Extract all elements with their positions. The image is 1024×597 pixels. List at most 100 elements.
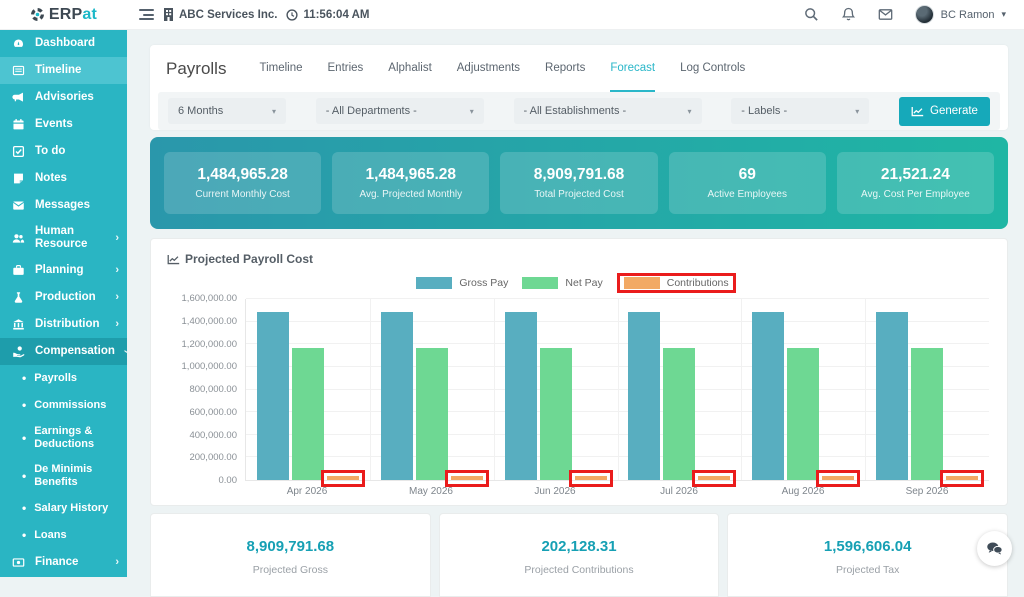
briefcase-icon	[12, 264, 26, 277]
tab-timeline[interactable]: Timeline	[259, 45, 302, 92]
y-tick-label: 600,000.00	[189, 407, 237, 418]
company-selector[interactable]: ABC Services Inc.	[163, 8, 277, 21]
bar-gross-pay[interactable]	[876, 312, 908, 480]
notifications-bell-icon[interactable]	[841, 7, 856, 22]
chat-bubbles-icon	[986, 541, 1003, 556]
sidebar-subitem-salary-history[interactable]: • Salary History	[0, 495, 127, 522]
chevron-right-icon: ›	[115, 264, 119, 277]
hand-money-icon	[12, 345, 26, 358]
sidebar-item-events[interactable]: Events	[0, 111, 127, 138]
sidebar-item-notes[interactable]: Notes	[0, 165, 127, 192]
highlight-box	[445, 470, 489, 487]
current-time: 11:56:04 AM	[303, 9, 369, 21]
chevron-right-icon: ›	[115, 318, 119, 331]
bar-net-pay[interactable]	[292, 348, 324, 480]
bar-gross-pay[interactable]	[381, 312, 413, 480]
legend-item-contributions[interactable]: Contributions	[617, 273, 736, 293]
sidebar-subitem-payrolls[interactable]: • Payrolls	[0, 365, 127, 392]
tab-log-controls[interactable]: Log Controls	[680, 45, 745, 92]
departments-select[interactable]: - All Departments -▾	[316, 98, 484, 124]
bar-gross-pay[interactable]	[628, 312, 660, 480]
bar-holder	[575, 299, 607, 480]
sidebar-item-finance[interactable]: Finance ›	[0, 549, 127, 576]
bar-gross-pay[interactable]	[257, 312, 289, 480]
chat-button[interactable]	[977, 531, 1012, 566]
bar-holder	[946, 299, 978, 480]
checkbox-icon	[12, 145, 26, 158]
page-title: Payrolls	[166, 59, 226, 79]
bar-holder	[257, 299, 289, 480]
highlight-box	[569, 470, 613, 487]
legend-label: Net Pay	[565, 277, 602, 289]
chart-y-axis: 0.00200,000.00400,000.00600,000.00800,00…	[159, 299, 245, 481]
app-logo[interactable]: ERPat	[0, 0, 127, 29]
sidebar-item-advisories[interactable]: Advisories	[0, 84, 127, 111]
filter-bar: 6 Months▾ - All Departments -▾ - All Est…	[158, 92, 1000, 130]
bar-holder	[416, 299, 448, 480]
period-select[interactable]: 6 Months▾	[168, 98, 286, 124]
bank-icon	[12, 318, 26, 331]
sidebar-item-todo[interactable]: To do	[0, 138, 127, 165]
sidebar-toggle-icon[interactable]	[139, 9, 154, 20]
sidebar-item-human-resource[interactable]: Human Resource ›	[0, 219, 127, 257]
sidebar-item-dashboard[interactable]: Dashboard	[0, 30, 127, 57]
chevron-right-icon: ›	[115, 291, 119, 304]
chart-legend: Gross Pay Net Pay Contributions	[159, 273, 993, 293]
tab-entries[interactable]: Entries	[328, 45, 364, 92]
bar-gross-pay[interactable]	[505, 312, 537, 480]
legend-item-net-pay[interactable]: Net Pay	[522, 277, 602, 289]
highlight-box	[816, 470, 860, 487]
chevron-right-icon: ›	[115, 556, 119, 569]
generate-button[interactable]: Generate	[899, 97, 990, 126]
sidebar-item-planning[interactable]: Planning ›	[0, 257, 127, 284]
bar-holder	[787, 299, 819, 480]
bar-net-pay[interactable]	[911, 348, 943, 480]
chevron-down-icon: ▾	[272, 107, 276, 116]
logo-cube-icon	[30, 7, 45, 22]
bar-holder	[292, 299, 324, 480]
sidebar-subitem-loans[interactable]: • Loans	[0, 522, 127, 549]
bar-holder	[911, 299, 943, 480]
timeline-icon	[12, 64, 26, 77]
chevron-down-icon: ▾	[687, 107, 691, 116]
bar-net-pay[interactable]	[416, 348, 448, 480]
stat-current-monthly-cost: 1,484,965.28 Current Monthly Cost	[164, 152, 321, 214]
bar-holder	[876, 299, 908, 480]
messages-envelope-icon[interactable]	[878, 7, 893, 22]
highlight-box	[940, 470, 984, 487]
sidebar: Dashboard Timeline Advisories Events To …	[0, 30, 127, 577]
tab-adjustments[interactable]: Adjustments	[457, 45, 520, 92]
bar-holder	[628, 299, 660, 480]
bar-net-pay[interactable]	[540, 348, 572, 480]
bar-group	[865, 299, 989, 480]
bullet-icon: •	[22, 529, 26, 542]
search-icon[interactable]	[804, 7, 819, 22]
tab-reports[interactable]: Reports	[545, 45, 585, 92]
sidebar-item-distribution[interactable]: Distribution ›	[0, 311, 127, 338]
summary-projected-contributions: 202,128.31 Projected Contributions	[439, 513, 720, 597]
bar-net-pay[interactable]	[787, 348, 819, 480]
sidebar-subitem-earnings-deductions[interactable]: • Earnings & Deductions	[0, 419, 127, 457]
payrolls-card: Payrolls Timeline Entries Alphalist Adju…	[150, 45, 1008, 130]
chevron-down-icon: ›	[119, 350, 127, 354]
sidebar-item-timeline[interactable]: Timeline	[0, 57, 127, 84]
y-tick-label: 200,000.00	[189, 452, 237, 463]
tab-forecast[interactable]: Forecast	[610, 45, 655, 92]
labels-select[interactable]: - Labels -▾	[731, 98, 869, 124]
bar-gross-pay[interactable]	[752, 312, 784, 480]
bar-net-pay[interactable]	[663, 348, 695, 480]
bar-holder	[381, 299, 413, 480]
tab-alphalist[interactable]: Alphalist	[388, 45, 431, 92]
sidebar-subitem-de-minimis-benefits[interactable]: • De Minimis Benefits	[0, 457, 127, 495]
sidebar-item-messages[interactable]: Messages	[0, 192, 127, 219]
establishments-select[interactable]: - All Establishments -▾	[514, 98, 702, 124]
sidebar-item-production[interactable]: Production ›	[0, 284, 127, 311]
summary-projected-tax: 1,596,606.04 Projected Tax	[727, 513, 1008, 597]
user-menu[interactable]: BC Ramon ▾	[915, 5, 1006, 24]
bar-holder	[663, 299, 695, 480]
sidebar-subitem-commissions[interactable]: • Commissions	[0, 392, 127, 419]
chart-plot	[245, 299, 989, 481]
sidebar-item-compensation[interactable]: Compensation ›	[0, 338, 127, 365]
bar-groups	[246, 299, 989, 480]
legend-item-gross-pay[interactable]: Gross Pay	[416, 277, 508, 289]
